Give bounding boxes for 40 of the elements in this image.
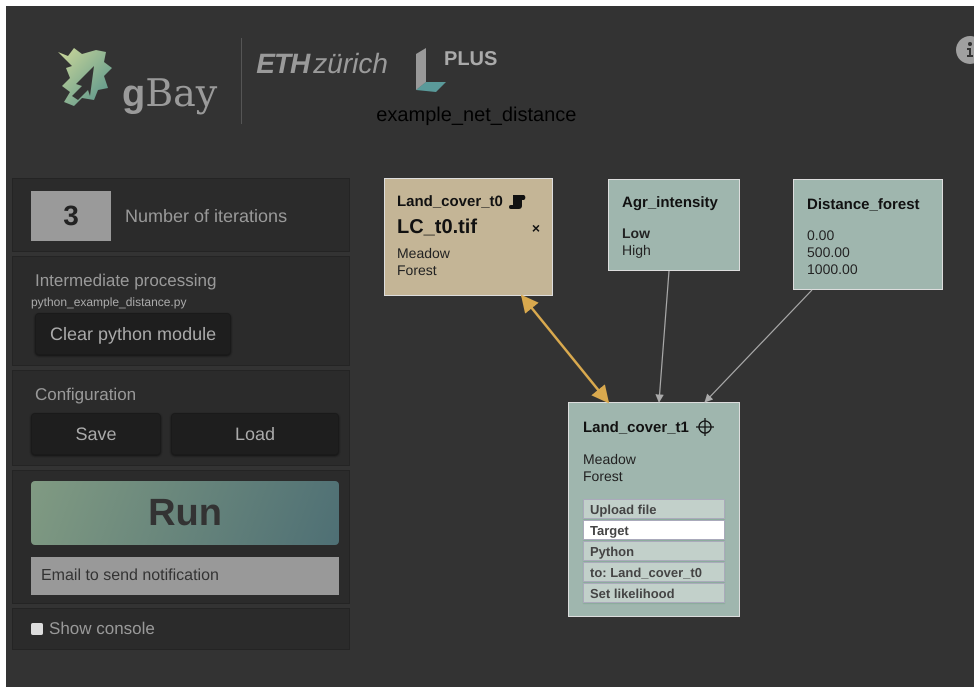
remove-file-button[interactable]: × <box>532 220 540 236</box>
node-menu-item[interactable]: Target <box>583 520 725 540</box>
partner-logo: ETHzürich <box>256 48 388 80</box>
iterations-label: Number of iterations <box>125 206 288 226</box>
network-node[interactable]: Agr_intensity Low High <box>608 179 740 271</box>
node-title: Agr_intensity <box>622 194 718 211</box>
section-title: Configuration <box>35 385 138 405</box>
node-state[interactable]: 500.00 <box>807 244 929 261</box>
node-state[interactable]: Low <box>622 225 726 242</box>
node-state[interactable]: Meadow <box>397 245 540 262</box>
node-title: Land_cover_t1 <box>583 418 689 436</box>
file-name: LC_t0.tif <box>397 216 477 239</box>
node-title: Distance_forest <box>807 196 920 213</box>
config-button[interactable]: Save <box>31 413 161 455</box>
node-state[interactable]: Meadow <box>583 451 725 468</box>
network-node[interactable]: Land_cover_t1 Meadow Forest Upload file Target Python to: Land_cover_t0 Set likelihood <box>568 402 740 617</box>
section-title: Intermediate processing <box>35 271 218 291</box>
console-label: Show console <box>49 619 155 639</box>
node-menu-item[interactable]: Upload file <box>583 499 725 519</box>
node-state[interactable]: 1000.00 <box>807 261 929 278</box>
node-menu-item[interactable]: Set likelihood <box>583 583 725 603</box>
email-field[interactable]: Email to send notification <box>31 557 339 595</box>
scroll-icon <box>508 194 527 210</box>
iterations-field[interactable]: 3 <box>31 191 111 241</box>
node-state[interactable]: 0.00 <box>807 227 929 244</box>
module-file-name: python_example_distance.py <box>31 295 188 309</box>
node-title: Land_cover_t0 <box>397 193 503 210</box>
node-menu-item[interactable]: Python <box>583 541 725 561</box>
app-logo: gBay <box>54 46 218 116</box>
console-checkbox[interactable] <box>31 623 43 635</box>
network-node[interactable]: Land_cover_t0 LC_t0.tif × Meadow Forest <box>384 178 553 296</box>
node-state[interactable]: High <box>622 242 726 259</box>
node-menu-item[interactable]: to: Land_cover_t0 <box>583 562 725 582</box>
node-state[interactable]: Forest <box>583 468 725 485</box>
network-node[interactable]: Distance_forest 0.00 500.00 1000.00 <box>793 179 943 290</box>
config-button[interactable]: Load <box>171 413 339 455</box>
node-state[interactable]: Forest <box>397 262 540 279</box>
crosshair-icon <box>694 417 715 437</box>
clear-module-button[interactable]: Clear python module <box>35 313 232 355</box>
plus-logo: PLUS <box>408 48 498 100</box>
